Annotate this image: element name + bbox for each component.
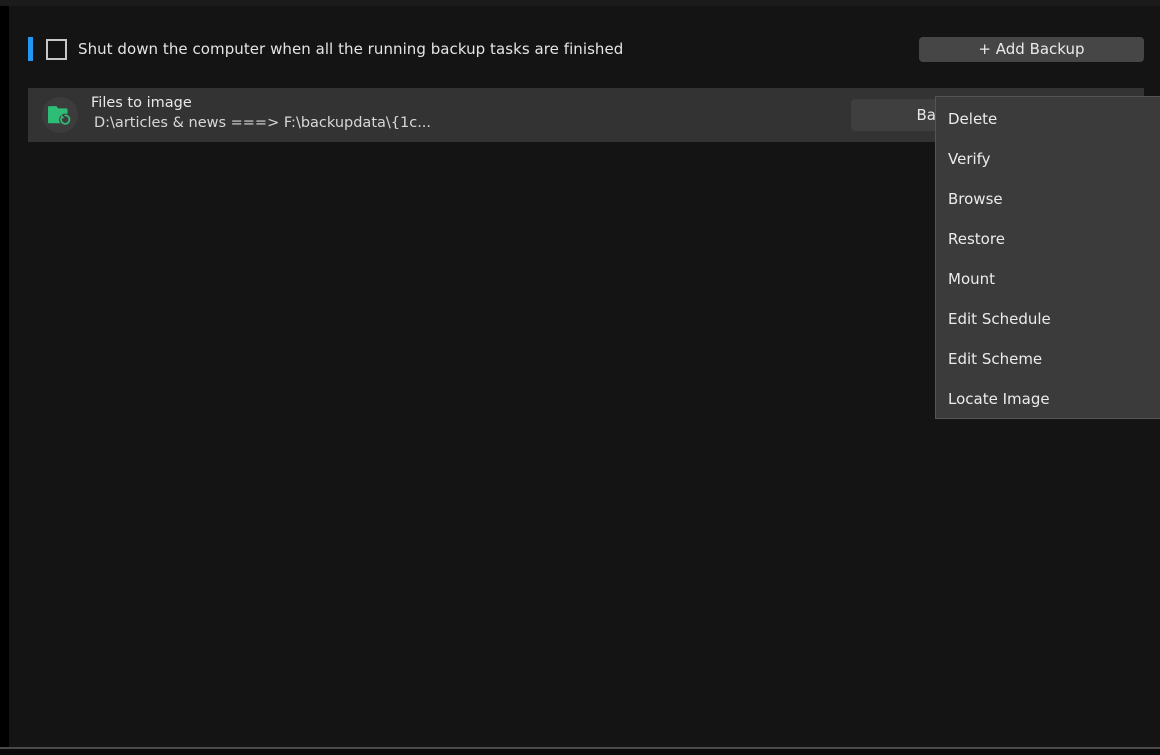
- options-bar: Shut down the computer when all the runn…: [9, 30, 1160, 68]
- task-context-menu: Delete Verify Browse Restore Mount Edit …: [935, 96, 1160, 419]
- menu-item-browse[interactable]: Browse: [936, 179, 1160, 219]
- folder-backup-icon: [42, 97, 78, 133]
- task-title: Files to image: [91, 95, 192, 111]
- menu-item-edit-schedule[interactable]: Edit Schedule: [936, 299, 1160, 339]
- window-bottom-scrollbar[interactable]: [0, 747, 1160, 755]
- menu-item-restore[interactable]: Restore: [936, 219, 1160, 259]
- menu-item-verify[interactable]: Verify: [936, 139, 1160, 179]
- task-source-destination-path: D:\articles & news ===> F:\backupdata\{1…: [94, 115, 432, 131]
- shutdown-checkbox[interactable]: [46, 39, 67, 60]
- add-backup-button[interactable]: + Add Backup: [919, 37, 1144, 62]
- menu-item-delete[interactable]: Delete: [936, 99, 1160, 139]
- window-left-gutter: [0, 6, 9, 748]
- menu-item-edit-scheme[interactable]: Edit Scheme: [936, 339, 1160, 379]
- menu-item-locate-image[interactable]: Locate Image: [936, 379, 1160, 419]
- shutdown-checkbox-label: Shut down the computer when all the runn…: [78, 40, 624, 58]
- accent-indicator-bar: [28, 37, 33, 61]
- menu-item-mount[interactable]: Mount: [936, 259, 1160, 299]
- app-window: Shut down the computer when all the runn…: [0, 0, 1160, 755]
